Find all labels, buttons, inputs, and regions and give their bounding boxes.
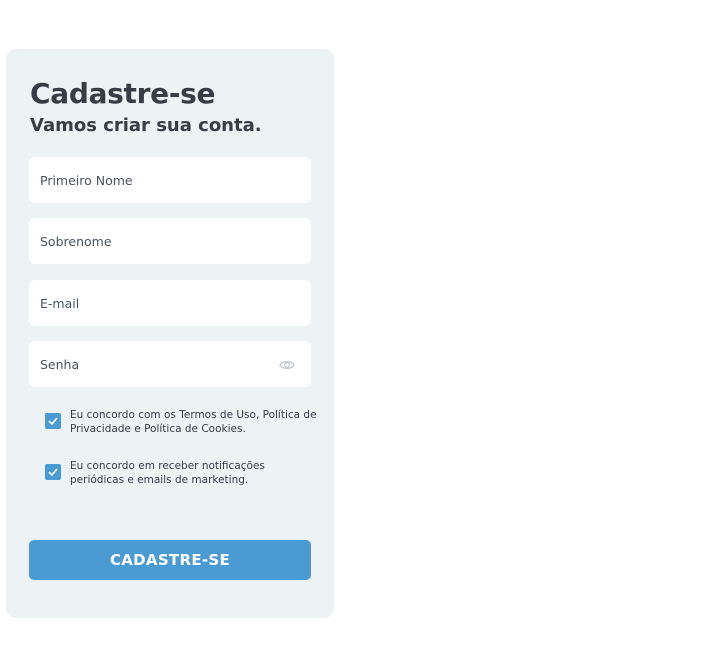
password-field: [29, 341, 311, 387]
email-field: [29, 280, 311, 326]
last-name-field: [29, 218, 311, 264]
marketing-checkbox[interactable]: [45, 464, 61, 480]
password-input[interactable]: [29, 341, 311, 387]
check-icon: [48, 468, 58, 476]
eye-icon[interactable]: [279, 357, 295, 371]
email-input[interactable]: [29, 280, 311, 326]
terms-checkbox[interactable]: [45, 413, 61, 429]
first-name-field: [29, 157, 311, 203]
check-icon: [48, 417, 58, 425]
terms-label: Eu concordo com os Termos de Uso, Políti…: [70, 409, 317, 435]
first-name-input[interactable]: [29, 157, 311, 203]
signup-card: Cadastre-se Vamos criar sua conta. Eu co…: [6, 49, 334, 618]
page-title: Cadastre-se: [30, 77, 216, 110]
signup-button[interactable]: CADASTRE-SE: [29, 540, 311, 580]
last-name-input[interactable]: [29, 218, 311, 264]
marketing-label: Eu concordo em receber notificações peri…: [70, 460, 265, 486]
page-subtitle: Vamos criar sua conta.: [30, 115, 262, 136]
